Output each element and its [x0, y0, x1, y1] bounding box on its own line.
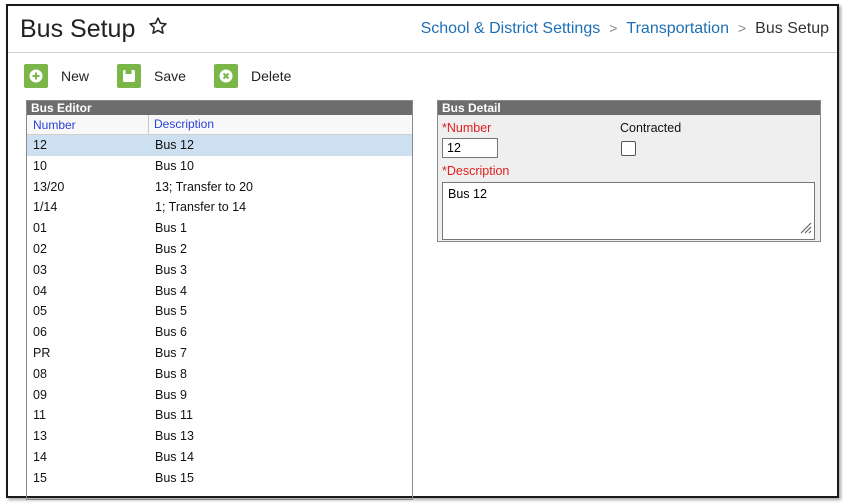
resize-grip-icon[interactable]: [798, 220, 812, 237]
table-row[interactable]: 08 Bus 8: [27, 364, 412, 385]
bus-description-cell: Bus 10: [155, 158, 194, 173]
table-row[interactable]: 02 Bus 2: [27, 239, 412, 260]
table-row[interactable]: 11 Bus 11: [27, 405, 412, 426]
header-divider: [8, 52, 837, 53]
plus-circle-icon: [24, 64, 48, 88]
bus-number-cell: 03: [33, 262, 47, 277]
bus-description-cell: 13; Transfer to 20: [155, 179, 253, 194]
bus-number-cell: 10: [33, 158, 47, 173]
bus-number-cell: 14: [33, 449, 47, 464]
bus-description-cell: Bus 6: [155, 325, 187, 340]
table-row[interactable]: 03 Bus 3: [27, 260, 412, 281]
bus-number-cell: 13/20: [33, 179, 65, 194]
bus-description-cell: Bus 4: [155, 283, 187, 298]
bus-number-cell: 04: [33, 283, 47, 298]
table-row[interactable]: 15 Bus 15: [27, 468, 412, 489]
bus-editor-panel: Bus Editor Number Description 12 Bus 12 10…: [26, 100, 413, 500]
x-circle-icon: [214, 64, 238, 88]
description-textarea[interactable]: Bus 12: [442, 182, 815, 240]
number-input[interactable]: [442, 138, 498, 158]
bus-number-cell: 13: [33, 429, 47, 444]
bus-description-cell: Bus 8: [155, 366, 187, 381]
breadcrumb-transportation[interactable]: Transportation: [626, 20, 729, 37]
bus-description-cell: Bus 15: [155, 470, 194, 485]
page-title: Bus Setup: [20, 15, 136, 43]
description-value: Bus 12: [448, 187, 487, 201]
table-header: Number Description: [27, 115, 412, 135]
delete-button-label: Delete: [251, 68, 292, 84]
bus-description-cell: Bus 5: [155, 304, 187, 319]
bus-description-cell: Bus 13: [155, 429, 194, 444]
description-label: *Description: [442, 164, 510, 178]
column-header-description[interactable]: Description: [148, 115, 214, 134]
bus-description-cell: Bus 2: [155, 241, 187, 256]
column-header-number[interactable]: Number: [33, 118, 76, 132]
bus-number-cell: 01: [33, 221, 47, 236]
table-row[interactable]: 10 Bus 10: [27, 156, 412, 177]
table-row[interactable]: 06 Bus 6: [27, 322, 412, 343]
breadcrumb: School & District Settings > Transportatio…: [421, 20, 829, 38]
table-row[interactable]: 05 Bus 5: [27, 301, 412, 322]
table-row[interactable]: PR Bus 7: [27, 343, 412, 364]
chevron-right-icon: >: [737, 20, 747, 36]
bus-description-cell: Bus 11: [155, 408, 193, 423]
new-button-label: New: [61, 68, 90, 84]
bus-number-cell: 11: [33, 408, 46, 423]
bus-detail-panel: Bus Detail *Number Contracted *Descripti…: [437, 100, 821, 242]
table-row[interactable]: 14 Bus 14: [27, 447, 412, 468]
table-row[interactable]: 12 Bus 12: [27, 135, 412, 156]
table-row[interactable]: 01 Bus 1: [27, 218, 412, 239]
chevron-right-icon: >: [609, 20, 618, 36]
star-icon[interactable]: [148, 16, 168, 41]
bus-number-cell: 02: [33, 241, 47, 256]
app-window: Bus Setup School & District Settings > Tra…: [6, 4, 839, 500]
number-label: *Number: [442, 121, 492, 135]
bus-number-cell: 06: [33, 325, 47, 340]
bus-description-cell: 1; Transfer to 14: [155, 200, 247, 215]
table-row[interactable]: 09 Bus 9: [27, 385, 412, 406]
bus-number-cell: 15: [33, 470, 47, 485]
bus-number-cell: PR: [33, 345, 51, 360]
bus-editor-header: Bus Editor: [27, 101, 412, 115]
bus-number-cell: 05: [33, 304, 47, 319]
breadcrumb-school-district-settings[interactable]: School & District Settings: [421, 20, 601, 37]
save-button-label: Save: [154, 68, 186, 84]
bus-number-cell: 1/14: [33, 200, 58, 215]
bus-number-cell: 12: [33, 138, 47, 152]
bus-number-cell: 08: [33, 366, 47, 381]
contracted-checkbox[interactable]: [621, 141, 636, 156]
page-header: Bus Setup School & District Settings > Tra…: [8, 6, 837, 52]
breadcrumb-bus-setup: Bus Setup: [755, 20, 829, 37]
bus-description-cell: Bus 7: [155, 345, 187, 360]
bus-description-cell: Bus 14: [155, 449, 194, 464]
bus-number-cell: 09: [33, 387, 47, 402]
table-row[interactable]: 13/20 13; Transfer to 20: [27, 177, 412, 198]
bus-detail-header: Bus Detail: [438, 101, 820, 115]
floppy-disk-icon: [117, 64, 141, 88]
bus-description-cell: Bus 3: [155, 262, 187, 277]
table-row[interactable]: 04 Bus 4: [27, 281, 412, 302]
table-row[interactable]: 1/14 1; Transfer to 14: [27, 197, 412, 218]
contracted-label: Contracted: [620, 121, 682, 135]
bus-description-cell: Bus 12: [155, 138, 194, 152]
bus-description-cell: Bus 9: [155, 387, 187, 402]
bus-list: 12 Bus 12 10 Bus 10 13/20 13; Transfer to 20 1…: [27, 135, 412, 489]
bus-description-cell: Bus 1: [155, 221, 187, 236]
table-row[interactable]: 13 Bus 13: [27, 426, 412, 447]
